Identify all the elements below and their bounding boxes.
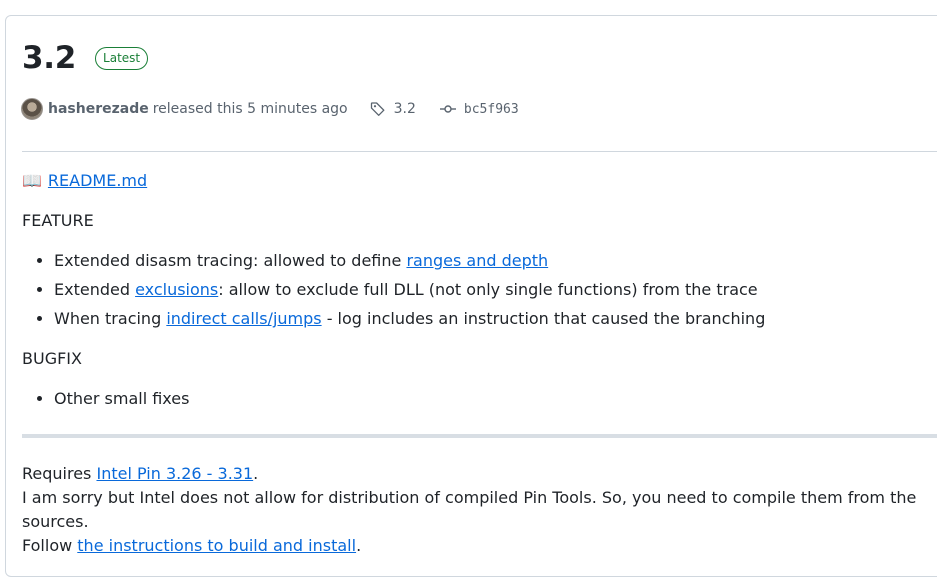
release-notes: 📖 README.md FEATURE Extended disasm trac… [22, 169, 937, 416]
intel-pin-link[interactable]: Intel Pin 3.26 - 3.31 [96, 464, 253, 483]
item-text-post: : allow to exclude full DLL (not only si… [218, 280, 758, 299]
requires-line: Requires Intel Pin 3.26 - 3.31. [22, 462, 937, 486]
tag-label: 3.2 [393, 101, 416, 117]
sorry-line: I am sorry but Intel does not allow for … [22, 488, 917, 531]
list-item: Other small fixes [54, 387, 937, 411]
readme-line: 📖 README.md [22, 169, 937, 193]
follow-pre: Follow [22, 536, 78, 555]
book-icon: 📖 [22, 171, 42, 190]
commit-sha: bc5f963 [463, 101, 519, 117]
tag-link[interactable]: 3.2 [370, 101, 416, 117]
item-text-pre: When tracing [54, 309, 167, 328]
divider [22, 151, 937, 152]
release-meta: hasherezade released this 5 minutes ago … [21, 98, 519, 120]
follow-line: Follow the instructions to build and ins… [22, 534, 937, 558]
released-text: released this 5 minutes ago [152, 101, 348, 117]
release-version-title[interactable]: 3.2 [22, 38, 76, 78]
item-text-pre: Extended [54, 280, 136, 299]
commit-link[interactable]: bc5f963 [439, 101, 519, 117]
list-item: When tracing indirect calls/jumps - log … [54, 307, 937, 331]
bugfix-heading: BUGFIX [22, 349, 82, 368]
requires-post: . [253, 464, 259, 483]
item-text-pre: Extended disasm tracing: allowed to defi… [54, 251, 407, 270]
list-item: Extended exclusions: allow to exclude fu… [54, 278, 937, 302]
list-item: Extended disasm tracing: allowed to defi… [54, 249, 937, 273]
ranges-and-depth-link[interactable]: ranges and depth [406, 251, 548, 270]
section-rule [22, 434, 937, 438]
release-footer: Requires Intel Pin 3.26 - 3.31. I am sor… [22, 462, 937, 558]
follow-post: . [356, 536, 362, 555]
feature-heading: FEATURE [22, 211, 94, 230]
readme-link[interactable]: README.md [48, 169, 147, 193]
indirect-calls-link[interactable]: indirect calls/jumps [166, 309, 321, 328]
bugfix-list: Other small fixes [22, 387, 937, 411]
build-instructions-link[interactable]: the instructions to build and install [77, 536, 356, 555]
git-commit-icon [439, 105, 456, 113]
item-text-post: - log includes an instruction that cause… [321, 309, 766, 328]
feature-list: Extended disasm tracing: allowed to defi… [22, 249, 937, 331]
latest-badge: Latest [95, 46, 149, 70]
requires-pre: Requires [22, 464, 97, 483]
tag-icon [370, 102, 385, 116]
exclusions-link[interactable]: exclusions [135, 280, 218, 299]
release-header: 3.2 Latest [22, 38, 149, 78]
author-link[interactable]: hasherezade [48, 101, 149, 117]
avatar[interactable] [21, 98, 43, 120]
